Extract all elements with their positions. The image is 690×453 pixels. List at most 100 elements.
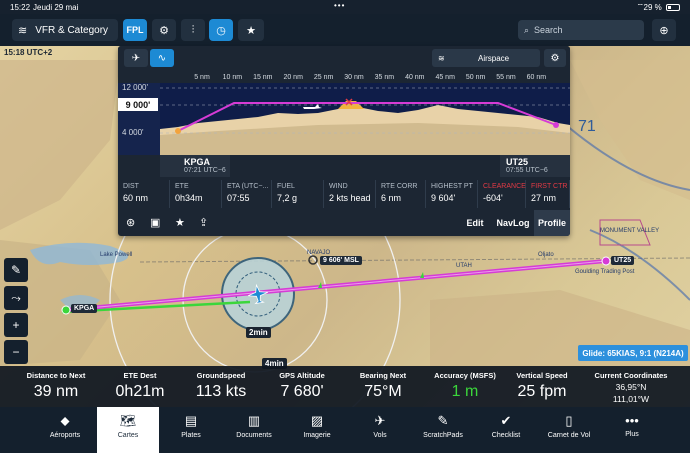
pencil-icon: ✎	[10, 263, 22, 277]
departure-endpoint[interactable]: KPGA 07:21 UTC−6	[160, 155, 230, 177]
departure-id: KPGA	[184, 157, 211, 167]
current-altitude-marker[interactable]: 9 000'	[118, 98, 158, 111]
battery-percent: 29 %	[643, 3, 662, 12]
draw-tool-button[interactable]: ✎	[4, 258, 28, 282]
layers-icon: ≋	[18, 24, 28, 37]
tab-flights[interactable]: ✈ Vols	[349, 407, 411, 453]
star-icon[interactable]: ★	[175, 216, 185, 229]
star-clock-icon: ★	[246, 24, 256, 37]
fpl-label: FPL	[126, 25, 144, 35]
altitude-profile-graph[interactable]: 12 000' 9 000' 4 000'	[118, 83, 570, 155]
fpl-button[interactable]: FPL	[123, 19, 147, 41]
profile-panel: ✈ ∿ ≋ Airspace ⚙ 5 nm 10 nm 15 nm 20 nm 25 n…	[118, 46, 570, 236]
search-input[interactable]: ⌕ Search	[518, 20, 644, 40]
stat-value: -604'	[483, 193, 503, 203]
tab-label: Imagerie	[303, 432, 331, 439]
top-toolbar: ≋ VFR & Category FPL ⚙ ⫶ ◷ ★ ⌕ Search ⊕	[0, 14, 690, 46]
instrument-strip[interactable]: Distance to Next 39 nm ETE Dest 0h21m Ground…	[0, 366, 690, 407]
tab-more[interactable]: ••• Plus	[601, 407, 663, 453]
scale-tick: 10 nm	[222, 74, 243, 81]
flights-icon: ✈	[374, 413, 386, 428]
instruments-button[interactable]: ◷	[209, 19, 233, 41]
checklist-icon: ✔	[500, 413, 512, 428]
stat-key: CLEARANCE	[483, 183, 526, 190]
stat-key: DIST	[123, 183, 139, 190]
instrument-value: 25 fpm	[517, 383, 567, 400]
profile-svg	[118, 83, 570, 155]
instrument-label: ETE Dest	[123, 371, 157, 380]
locate-button[interactable]: ⊕	[652, 19, 676, 41]
tab-scratchpad[interactable]: ✎ ScratchPads	[412, 407, 474, 453]
briefcase-icon[interactable]: ▣	[150, 216, 160, 229]
instrument-4[interactable]: Bearing Next 75°M	[344, 366, 422, 407]
alt-label-12000: 12 000'	[122, 83, 148, 92]
layers-label: VFR & Category	[35, 24, 109, 36]
instrument-3[interactable]: GPS Altitude 7 680'	[262, 366, 342, 407]
zoom-out-button[interactable]: −	[4, 340, 28, 364]
waypoint-altitude-tag[interactable]: 9 606' MSL	[320, 256, 362, 265]
stat-key: WIND	[329, 183, 348, 190]
tab-profile[interactable]: Profile	[534, 210, 570, 236]
tab-map[interactable]: 🗺 Cartes	[97, 407, 159, 453]
tab-checklist[interactable]: ✔ Checklist	[475, 407, 537, 453]
instrument-6[interactable]: Vertical Speed 25 fpm	[508, 366, 576, 407]
tab-documents[interactable]: ▥ Documents	[223, 407, 285, 453]
stat-value: 60 nm	[123, 193, 149, 203]
map-icon: 🗺	[119, 413, 137, 428]
instrument-label: Groundspeed	[196, 371, 246, 380]
status-bar: 15:22 Jeudi 29 mai ••• ⌔ 29 %	[0, 0, 690, 14]
instrument-2[interactable]: Groundspeed 113 kts	[182, 366, 260, 407]
imagery-icon: ▨	[310, 413, 324, 428]
profile-settings-button[interactable]: ⚙	[544, 49, 566, 67]
instrument-value: 7 680'	[280, 383, 324, 400]
instrument-7[interactable]: Current Coordinates 36,95°N 111,01°W	[578, 366, 684, 407]
stat-7: CLEARANCE -604'	[478, 180, 526, 208]
alt-label-4000: 4 000'	[122, 128, 144, 137]
instrument-1[interactable]: ETE Dest 0h21m	[100, 366, 180, 407]
scale-tick: 60 nm	[526, 74, 547, 81]
tab-logbook[interactable]: ▯ Carnet de Vol	[538, 407, 600, 453]
stat-key: HIGHEST PT	[431, 183, 473, 190]
route-tool-button[interactable]: ⤳	[4, 286, 28, 310]
global-icon[interactable]: ⊛	[126, 216, 135, 229]
multitask-dots[interactable]: •••	[334, 1, 345, 10]
tab-label: Plates	[181, 432, 201, 439]
layers-icon: ≋	[438, 53, 445, 63]
tab-label: Checklist	[491, 432, 521, 439]
departure-tag[interactable]: KPGA	[71, 304, 98, 313]
instrument-value: 0h21m	[115, 383, 165, 400]
favorites-timer-button[interactable]: ★	[238, 19, 264, 41]
share-icon[interactable]: ⇪	[199, 216, 208, 229]
profile-view-toggle[interactable]: ∿	[150, 49, 174, 67]
tab-airport[interactable]: ⬥ Aéroports	[34, 407, 96, 453]
tab-label: ScratchPads	[423, 432, 463, 439]
airspace-selector[interactable]: ≋ Airspace	[432, 49, 540, 67]
more-icon: •••	[625, 413, 639, 428]
scale-tick: 20 nm	[283, 74, 303, 81]
map-layers-button[interactable]: ≋ VFR & Category	[12, 19, 118, 41]
scale-tick: 15 nm	[253, 74, 273, 81]
zoom-in-button[interactable]: +	[4, 313, 28, 337]
instrument-5[interactable]: Accuracy (MSFS) 1 m	[424, 366, 506, 407]
route-endpoints: KPGA 07:21 UTC−6 UT25 07:55 UTC−6	[118, 155, 570, 179]
settings-button[interactable]: ⚙	[152, 19, 176, 41]
date: Jeudi 29 mai	[33, 3, 79, 12]
battery-icon	[666, 4, 680, 12]
glide-info[interactable]: Glide: 65KIAS, 9:1 (N214A)	[578, 345, 688, 361]
aircraft-view-toggle[interactable]: ✈	[124, 49, 148, 67]
tab-navlog[interactable]: NavLog	[493, 210, 533, 236]
instrument-label: Distance to Next	[26, 371, 86, 380]
arrival-endpoint[interactable]: UT25 07:55 UTC−6	[500, 155, 570, 177]
tab-label: Plus	[625, 431, 639, 438]
scale-tick: 50 nm	[465, 74, 486, 81]
tab-plates[interactable]: ▤ Plates	[160, 407, 222, 453]
route-button[interactable]: ⫶	[181, 19, 205, 41]
instrument-0[interactable]: Distance to Next 39 nm	[14, 366, 98, 407]
profile-panel-header: ✈ ∿ ≋ Airspace ⚙	[118, 46, 570, 72]
tab-edit[interactable]: Edit	[458, 210, 492, 236]
stat-value: 27 nm	[531, 193, 557, 203]
scale-tick: 5 nm	[194, 74, 210, 81]
tab-imagery[interactable]: ▨ Imagerie	[286, 407, 348, 453]
arrival-tag[interactable]: UT25	[611, 256, 635, 265]
plus-icon: +	[12, 318, 20, 332]
